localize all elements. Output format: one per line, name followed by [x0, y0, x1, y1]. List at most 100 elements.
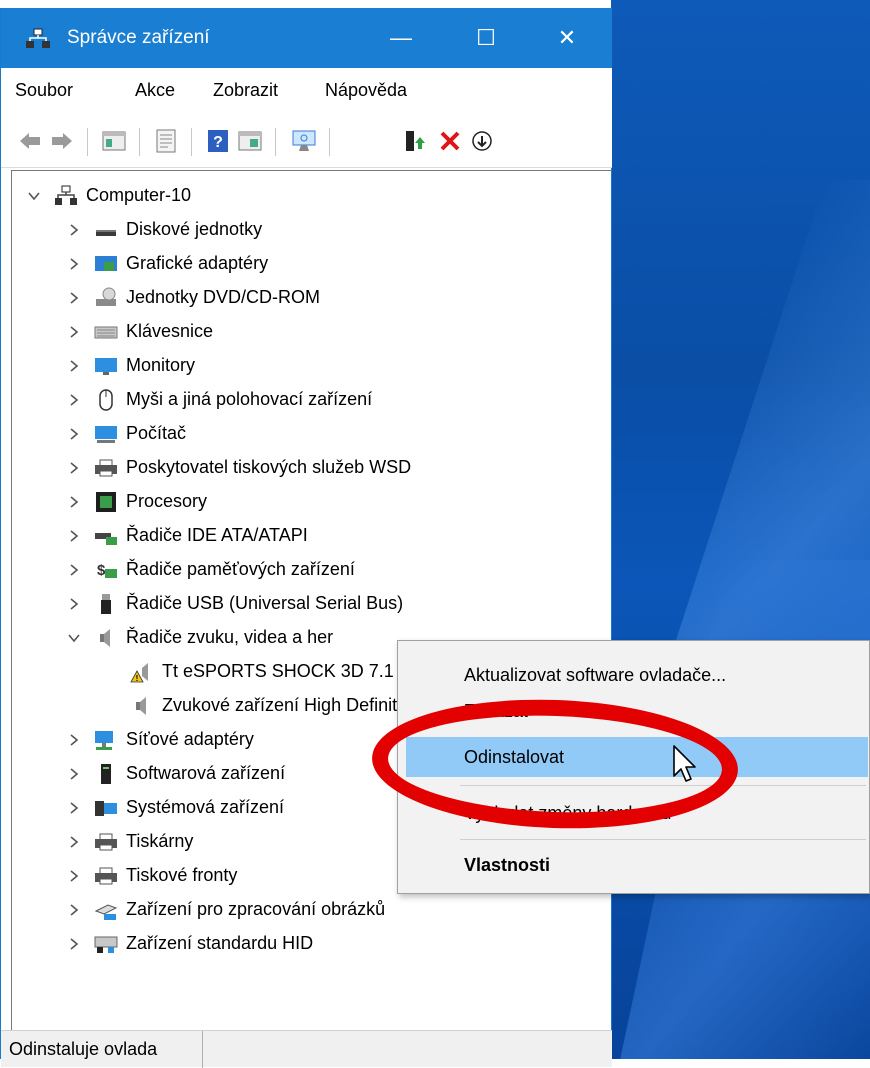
- chevron-right-icon[interactable]: [64, 900, 84, 920]
- properties-icon[interactable]: [153, 128, 179, 154]
- tree-category[interactable]: Řadiče USB (Universal Serial Bus): [64, 587, 403, 620]
- menu-action[interactable]: Akce: [135, 80, 175, 101]
- keyboard-icon: [94, 321, 118, 343]
- maximize-button[interactable]: ☐: [441, 8, 531, 68]
- chevron-right-icon[interactable]: [64, 390, 84, 410]
- chevron-right-icon[interactable]: [64, 560, 84, 580]
- action-view-icon[interactable]: [237, 128, 263, 154]
- tree-category[interactable]: Monitory: [64, 349, 195, 382]
- title-bar[interactable]: Správce zařízení — ☐ ✕: [1, 8, 612, 68]
- dvd-drive-icon: [94, 287, 118, 309]
- chevron-right-icon[interactable]: [64, 798, 84, 818]
- back-arrow-icon[interactable]: [17, 128, 43, 154]
- chevron-right-icon[interactable]: [64, 832, 84, 852]
- chevron-right-icon[interactable]: [64, 526, 84, 546]
- tree-category-label: Poskytovatel tiskových služeb WSD: [126, 457, 412, 477]
- tree-category-expanded[interactable]: Řadiče zvuku, videa a her: [64, 621, 333, 654]
- display-adapter-icon: [94, 253, 118, 275]
- tree-category-label: Řadiče paměťových zařízení: [126, 559, 355, 579]
- tree-root-label: Computer-10: [86, 185, 192, 205]
- toolbar-separator: [275, 128, 276, 156]
- chevron-right-icon[interactable]: [64, 492, 84, 512]
- tree-category[interactable]: Zařízení pro zpracování obrázků: [64, 893, 385, 926]
- tree-category[interactable]: Softwarová zařízení: [64, 757, 285, 790]
- printer-icon: [94, 865, 118, 887]
- network-adapter-icon: [94, 729, 118, 751]
- scan-hardware-icon[interactable]: [291, 128, 317, 154]
- system-device-icon: [94, 797, 118, 819]
- help-icon[interactable]: ?: [205, 128, 231, 154]
- chevron-right-icon[interactable]: [64, 220, 84, 240]
- disk-drive-icon: [94, 219, 118, 241]
- imaging-device-icon: [94, 899, 118, 921]
- tree-category[interactable]: Diskové jednotky: [64, 213, 262, 246]
- chevron-right-icon[interactable]: [64, 424, 84, 444]
- printer-icon: [94, 457, 118, 479]
- tree-category[interactable]: Grafické adaptéry: [64, 247, 268, 280]
- menu-item-properties[interactable]: Vlastnosti: [406, 845, 868, 885]
- tree-category-label: Řadiče IDE ATA/ATAPI: [126, 525, 308, 545]
- tree-category[interactable]: Systémová zařízení: [64, 791, 284, 824]
- menu-separator: [460, 839, 866, 840]
- chevron-right-icon[interactable]: [64, 458, 84, 478]
- chevron-right-icon[interactable]: [64, 730, 84, 750]
- menu-file[interactable]: Soubor: [15, 80, 73, 101]
- storage-controller-icon: $: [94, 559, 118, 581]
- menu-help[interactable]: Nápověda: [325, 80, 407, 101]
- update-driver-icon[interactable]: [401, 128, 427, 154]
- chevron-right-icon[interactable]: [64, 322, 84, 342]
- tree-category[interactable]: Tiskárny: [64, 825, 193, 858]
- tree-category[interactable]: Zařízení standardu HID: [64, 927, 313, 960]
- menu-view[interactable]: Zobrazit: [213, 80, 278, 101]
- printer-icon: [94, 831, 118, 853]
- chevron-right-icon[interactable]: [64, 254, 84, 274]
- chevron-right-icon[interactable]: [64, 934, 84, 954]
- uninstall-icon[interactable]: [437, 128, 463, 154]
- chevron-down-icon[interactable]: [24, 186, 44, 206]
- hid-device-icon: [94, 933, 118, 955]
- tree-category[interactable]: $ Řadiče paměťových zařízení: [64, 553, 355, 586]
- tree-category-label: Grafické adaptéry: [126, 253, 269, 273]
- mouse-cursor-icon: [672, 744, 698, 784]
- status-separator: [202, 1031, 203, 1068]
- properties-view-icon[interactable]: [101, 128, 127, 154]
- disable-device-icon[interactable]: [469, 128, 495, 154]
- forward-arrow-icon[interactable]: [49, 128, 75, 154]
- mouse-icon: [94, 388, 118, 411]
- tree-category[interactable]: Procesory: [64, 485, 207, 518]
- chevron-right-icon[interactable]: [64, 866, 84, 886]
- minimize-button[interactable]: —: [356, 8, 446, 68]
- menu-item-update-driver[interactable]: Aktualizovat software ovladače...: [406, 655, 868, 695]
- tree-category[interactable]: Myši a jiná polohovací zařízení: [64, 383, 372, 416]
- tree-category[interactable]: Klávesnice: [64, 315, 213, 348]
- tree-device-item[interactable]: ! Tt eSPORTS SHOCK 3D 7.1: [130, 655, 394, 688]
- toolbar-separator: [191, 128, 192, 156]
- status-text: Odinstaluje ovlada: [9, 1039, 158, 1059]
- chevron-right-icon[interactable]: [64, 764, 84, 784]
- tree-root[interactable]: Computer-10: [24, 179, 191, 212]
- chevron-down-icon[interactable]: [64, 628, 84, 648]
- usb-icon: [94, 593, 118, 615]
- computer-network-icon: [54, 185, 78, 207]
- ide-controller-icon: [94, 525, 118, 547]
- chevron-right-icon[interactable]: [64, 356, 84, 376]
- tree-category[interactable]: Řadiče IDE ATA/ATAPI: [64, 519, 308, 552]
- tree-device-item[interactable]: Zvukové zařízení High Definition: [130, 689, 421, 722]
- toolbar: ?: [1, 116, 612, 168]
- chevron-right-icon[interactable]: [64, 594, 84, 614]
- close-button[interactable]: ✕: [522, 8, 612, 68]
- chevron-right-icon[interactable]: [64, 288, 84, 308]
- device-manager-icon: [25, 28, 51, 50]
- tree-category[interactable]: Jednotky DVD/CD-ROM: [64, 281, 320, 314]
- tree-category[interactable]: Počítač: [64, 417, 186, 450]
- speaker-icon: [94, 627, 118, 649]
- tree-category[interactable]: Tiskové fronty: [64, 859, 237, 892]
- tree-category-label: Diskové jednotky: [126, 219, 263, 239]
- toolbar-separator: [87, 128, 88, 156]
- svg-text:?: ?: [213, 134, 223, 151]
- software-device-icon: [94, 763, 118, 785]
- tree-category-label: Zařízení standardu HID: [126, 933, 314, 953]
- tree-category[interactable]: Síťové adaptéry: [64, 723, 254, 756]
- tree-category[interactable]: Poskytovatel tiskových služeb WSD: [64, 451, 411, 484]
- tree-category-label: Monitory: [126, 355, 196, 375]
